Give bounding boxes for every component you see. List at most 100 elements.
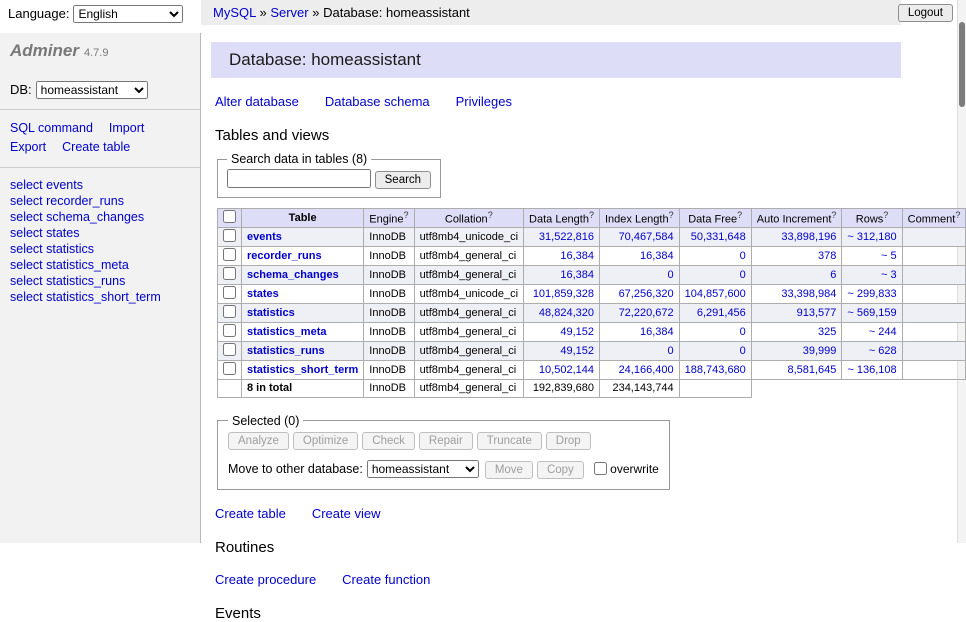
row-checkbox[interactable] [223,343,236,356]
row-checkbox[interactable] [223,305,236,318]
create-function-link[interactable]: Create function [342,572,430,587]
data-free-link[interactable]: 6,291,456 [697,307,746,319]
data-length-link[interactable]: 16,384 [560,250,594,262]
sidebar-select-states[interactable]: select states [10,225,200,241]
overwrite-checkbox[interactable] [594,462,607,475]
table-link-states[interactable]: states [247,288,279,300]
data-length-link[interactable]: 31,522,816 [539,231,594,243]
sidebar-select-recorder-runs[interactable]: select recorder_runs [10,193,200,209]
move-db-select[interactable]: homeassistant [367,460,479,478]
data-free-link[interactable]: 50,331,648 [691,231,746,243]
table-link-statistics-runs[interactable]: statistics_runs [247,345,325,357]
sidebar-link-export[interactable]: Export [10,140,46,154]
index-length-link[interactable]: 70,467,584 [619,231,674,243]
breadcrumb-link-mysql[interactable]: MySQL [213,5,256,20]
auto-increment-link[interactable]: 8,581,645 [787,364,836,376]
row-checkbox[interactable] [223,229,236,242]
check-button[interactable]: Check [362,432,415,450]
data-free-link[interactable]: 0 [740,345,746,357]
index-length-link[interactable]: 0 [668,269,674,281]
index-length-link[interactable]: 72,220,672 [619,307,674,319]
index-length-link[interactable]: 24,166,400 [619,364,674,376]
rows-link[interactable]: ~ 628 [869,345,897,357]
data-free-link[interactable]: 104,857,600 [685,288,746,300]
alter-database-link[interactable]: Alter database [215,94,299,109]
search-input[interactable] [227,169,371,188]
auto-increment-link[interactable]: 6 [830,269,836,281]
data-length-link[interactable]: 49,152 [560,326,594,338]
row-checkbox[interactable] [223,362,236,375]
table-link-statistics[interactable]: statistics [247,307,295,319]
row-checkbox[interactable] [223,286,236,299]
optimize-button[interactable]: Optimize [293,432,358,450]
rows-link[interactable]: ~ 136,108 [847,364,896,376]
auto-increment-link[interactable]: 913,577 [797,307,837,319]
sidebar-select-events[interactable]: select events [10,177,200,193]
privileges-link[interactable]: Privileges [456,94,512,109]
index-length-link[interactable]: 0 [668,345,674,357]
sidebar-select-statistics-meta[interactable]: select statistics_meta [10,257,200,273]
data-free-link[interactable]: 188,743,680 [685,364,746,376]
copy-button[interactable]: Copy [537,461,584,479]
table-link-statistics-meta[interactable]: statistics_meta [247,326,327,338]
drop-button[interactable]: Drop [546,432,591,450]
help-link[interactable]: ? [883,210,888,220]
help-link[interactable]: ? [669,210,674,220]
data-free-link[interactable]: 0 [740,269,746,281]
language-select[interactable]: English [73,5,183,23]
move-button[interactable]: Move [485,461,533,479]
sidebar-select-statistics-runs[interactable]: select statistics_runs [10,273,200,289]
auto-increment-link[interactable]: 39,999 [803,345,837,357]
rows-link[interactable]: ~ 569,159 [847,307,896,319]
logout-button[interactable]: Logout [898,4,953,22]
index-length-link[interactable]: 16,384 [640,250,674,262]
help-link[interactable]: ? [488,210,493,220]
table-link-statistics-short-term[interactable]: statistics_short_term [247,364,358,376]
help-link[interactable]: ? [831,210,836,220]
scrollbar-thumb[interactable] [959,22,965,107]
truncate-button[interactable]: Truncate [477,432,542,450]
db-select[interactable]: homeassistant [36,81,148,99]
sidebar-select-statistics[interactable]: select statistics [10,241,200,257]
rows-link[interactable]: ~ 5 [881,250,897,262]
table-link-schema-changes[interactable]: schema_changes [247,269,339,281]
create-procedure-link[interactable]: Create procedure [215,572,316,587]
sidebar-select-schema-changes[interactable]: select schema_changes [10,209,200,225]
data-length-link[interactable]: 49,152 [560,345,594,357]
table-link-events[interactable]: events [247,231,282,243]
index-length-link[interactable]: 16,384 [640,326,674,338]
data-length-link[interactable]: 10,502,144 [539,364,594,376]
auto-increment-link[interactable]: 33,398,984 [781,288,836,300]
sidebar-select-statistics-short-term[interactable]: select statistics_short_term [10,289,200,305]
repair-button[interactable]: Repair [419,432,473,450]
breadcrumb-link-server[interactable]: Server [270,5,308,20]
help-link[interactable]: ? [737,210,742,220]
auto-increment-link[interactable]: 33,898,196 [781,231,836,243]
database-schema-link[interactable]: Database schema [325,94,430,109]
data-free-link[interactable]: 0 [740,326,746,338]
sidebar-link-create-table[interactable]: Create table [62,140,130,154]
row-checkbox[interactable] [223,324,236,337]
help-link[interactable]: ? [955,210,960,220]
sidebar-link-sql-command[interactable]: SQL command [10,121,93,135]
data-free-link[interactable]: 0 [740,250,746,262]
create-view-link[interactable]: Create view [312,506,381,521]
rows-link[interactable]: ~ 312,180 [847,231,896,243]
sidebar-link-import[interactable]: Import [109,121,144,135]
select-all-checkbox[interactable] [223,210,236,223]
table-link-recorder-runs[interactable]: recorder_runs [247,250,322,262]
rows-link[interactable]: ~ 244 [869,326,897,338]
row-checkbox[interactable] [223,248,236,261]
row-checkbox[interactable] [223,267,236,280]
help-link[interactable]: ? [589,210,594,220]
data-length-link[interactable]: 101,859,328 [533,288,594,300]
analyze-button[interactable]: Analyze [228,432,289,450]
search-button[interactable]: Search [375,171,431,189]
rows-link[interactable]: ~ 299,833 [847,288,896,300]
data-length-link[interactable]: 48,824,320 [539,307,594,319]
data-length-link[interactable]: 16,384 [560,269,594,281]
index-length-link[interactable]: 67,256,320 [619,288,674,300]
rows-link[interactable]: ~ 3 [881,269,897,281]
help-link[interactable]: ? [404,210,409,220]
auto-increment-link[interactable]: 378 [818,250,836,262]
